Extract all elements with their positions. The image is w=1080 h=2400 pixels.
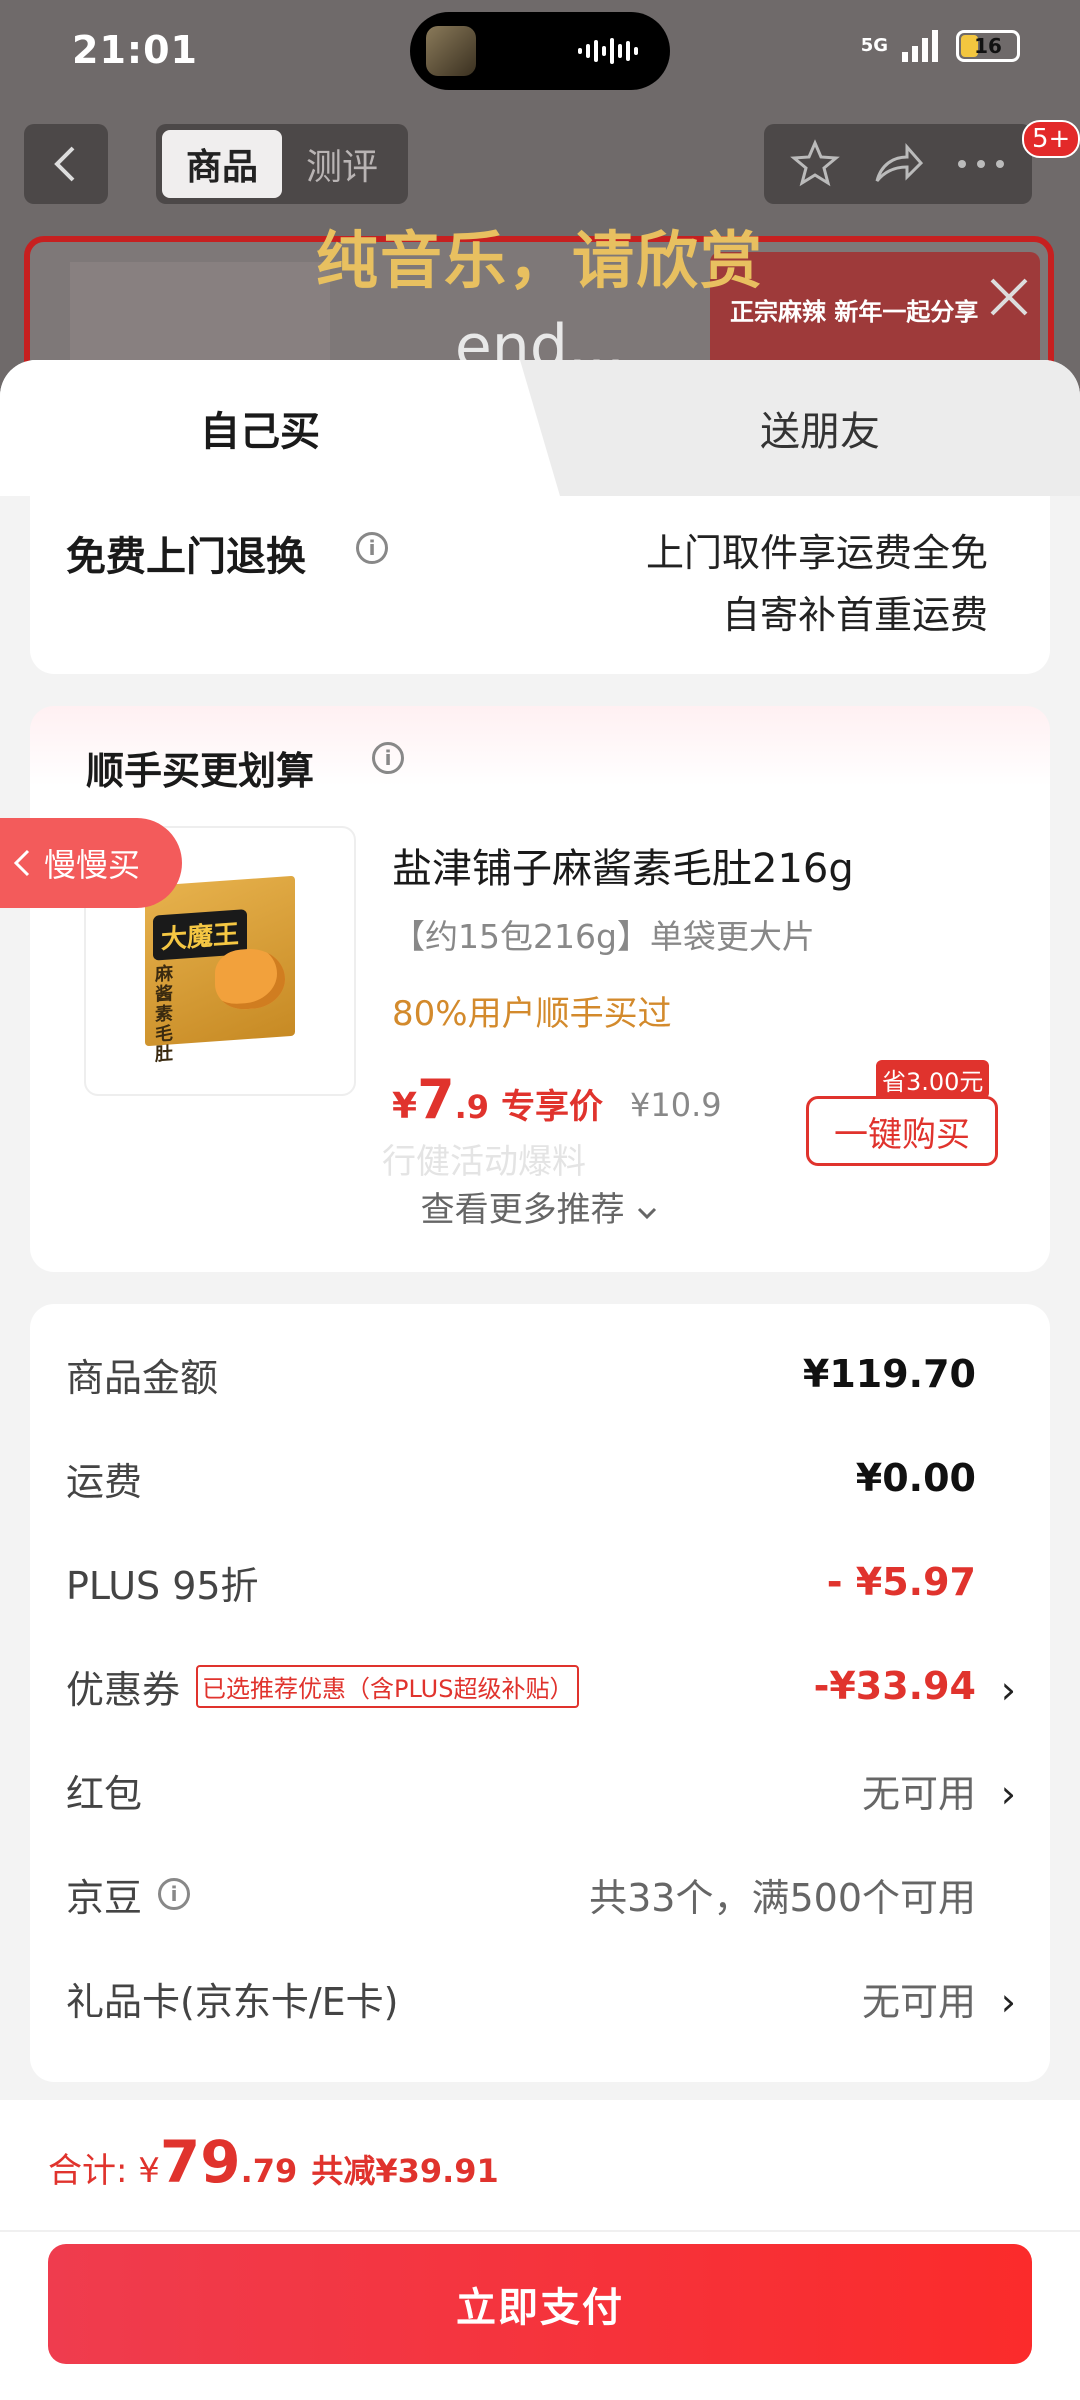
side-tab-label: 慢慢买 [44, 846, 141, 884]
tab-send-friend[interactable]: 送朋友 [560, 360, 1080, 496]
chevron-left-icon [54, 146, 75, 182]
dynamic-island[interactable] [410, 12, 670, 90]
goods-value: ¥119.70 [802, 1352, 976, 1396]
recommendation-card: 顺手买更划算 i 大魔王 麻酱素毛肚 盐津铺子麻酱素毛肚216g 【约15包21… [30, 706, 1050, 1272]
product-spec: 【约15包216g】单袋更大片 [392, 917, 815, 956]
order-total: 合计: ¥79.79 共减¥39.91 [48, 2128, 499, 2196]
lyric-overlay-title: 纯音乐，请欣赏 [315, 224, 764, 297]
checkout-sheet: 自己买 送朋友 免费上门退换 i 上门取件享运费全免 自寄补首重运费 顺手买更划… [0, 360, 1080, 2400]
return-policy-title: 免费上门退换 [66, 534, 306, 580]
original-price: ¥10.9 [630, 1086, 722, 1124]
price-decimal: .9 [454, 1088, 490, 1126]
summary-row-coupon[interactable]: 优惠券 已选推荐优惠（含PLUS超级补贴） -¥33.94 › [66, 1656, 1016, 1716]
plus-discount-value: - ¥5.97 [826, 1560, 976, 1604]
network-label: 5G [860, 35, 888, 56]
star-icon[interactable] [789, 139, 840, 189]
total-integer: 79 [159, 2128, 241, 2196]
order-summary-card: 商品金额 ¥119.70 运费 ¥0.00 PLUS 95折 - ¥5.97 优… [30, 1304, 1050, 2082]
status-indicators: 5G 16 [861, 30, 1020, 62]
status-bar: 21:01 5G 16 [0, 0, 1080, 100]
info-icon[interactable]: i [158, 1878, 191, 1910]
plus-discount-label: PLUS 95折 [66, 1563, 259, 1608]
chevron-right-icon: › [1000, 1980, 1016, 2024]
redpacket-label: 红包 [66, 1771, 143, 1816]
notification-badge: 5+ [1022, 120, 1080, 158]
more-recommendations-label: 查看更多推荐 [420, 1190, 625, 1230]
recommendation-title: 顺手买更划算 [86, 749, 315, 793]
redpacket-value: 无可用 [861, 1771, 976, 1816]
product-box-label: 麻酱素毛肚 [155, 963, 173, 1066]
share-icon[interactable] [871, 139, 925, 189]
shipping-value: ¥0.00 [855, 1456, 976, 1500]
coupon-value: -¥33.94 [813, 1664, 976, 1708]
info-icon[interactable]: i [372, 742, 404, 774]
more-icon[interactable] [956, 157, 1006, 171]
product-stat: 80%用户顺手买过 [392, 994, 672, 1034]
product-nav-bar: 商品 测评 [0, 122, 1080, 206]
divider [0, 2230, 1080, 2232]
music-cover-thumbnail [426, 26, 476, 76]
back-button[interactable] [24, 124, 108, 204]
purchase-mode-tabs: 自己买 送朋友 [0, 360, 1080, 496]
chevron-left-icon [13, 849, 30, 877]
side-tab-manmanmai[interactable]: 慢慢买 [0, 818, 182, 908]
tab-review[interactable]: 测评 [282, 130, 402, 198]
battery-level: 16 [974, 34, 1002, 58]
product-name[interactable]: 盐津铺子麻酱素毛肚216g [392, 836, 854, 894]
shipping-label: 运费 [66, 1459, 143, 1504]
watermark-text: 行健活动爆料 [382, 1142, 586, 1182]
battery-icon: 16 [956, 30, 1020, 62]
signal-icon [902, 30, 938, 62]
product-price: ¥7.9 专享价 [392, 1068, 603, 1131]
coupon-tag: 已选推荐优惠（含PLUS超级补贴） [196, 1664, 580, 1708]
total-label: 合计: ¥ [48, 2151, 160, 2191]
goods-label: 商品金额 [66, 1355, 219, 1400]
return-policy-line-2: 自寄补首重运费 [721, 593, 988, 637]
checkout-footer: 合计: ¥79.79 共减¥39.91 立即支付 [0, 2100, 1080, 2400]
summary-row-plus: PLUS 95折 - ¥5.97 [66, 1552, 1016, 1612]
tab-buy-self[interactable]: 自己买 [0, 360, 560, 496]
nav-actions [764, 124, 1032, 204]
price-tag: 专享价 [501, 1087, 604, 1127]
audio-wave-icon [578, 38, 638, 64]
return-policy-line-1: 上门取件享运费全免 [645, 531, 988, 575]
giftcard-label: 礼品卡(京东卡/E卡) [66, 1979, 399, 2024]
jingdou-label: 京豆 [66, 1875, 143, 1920]
pay-now-button[interactable]: 立即支付 [48, 2244, 1032, 2364]
more-recommendations-link[interactable]: 查看更多推荐 [30, 1182, 1050, 1231]
total-decimal: .79 [240, 2152, 298, 2190]
return-policy-card: 免费上门退换 i 上门取件享运费全免 自寄补首重运费 [30, 496, 1050, 674]
tab-product[interactable]: 商品 [162, 130, 282, 198]
price-integer: 7 [417, 1068, 455, 1131]
giftcard-value: 无可用 [861, 1979, 976, 2024]
summary-row-jingdou: 京豆 i 共33个，满500个可用 [66, 1864, 1016, 1924]
chevron-right-icon: › [1000, 1772, 1016, 1816]
product-box-graphic: 大魔王 麻酱素毛肚 [145, 875, 295, 1066]
info-icon[interactable]: i [356, 532, 388, 564]
savings-badge: 省3.00元 [876, 1060, 990, 1099]
summary-row-giftcard[interactable]: 礼品卡(京东卡/E卡) 无可用 › [66, 1968, 1016, 2028]
chevron-down-icon [638, 1207, 657, 1220]
coupon-label: 优惠券 [66, 1667, 181, 1712]
one-click-buy-button[interactable]: 一键购买 [806, 1096, 998, 1166]
price-currency: ¥ [392, 1086, 418, 1127]
product-food-illustration [215, 946, 285, 1012]
product-tabs: 商品 测评 [156, 124, 408, 204]
status-time: 21:01 [72, 28, 198, 72]
summary-row-goods: 商品金额 ¥119.70 [66, 1344, 1016, 1404]
jingdou-value: 共33个，满500个可用 [589, 1875, 976, 1920]
close-icon[interactable] [984, 272, 1034, 322]
chevron-right-icon: › [1000, 1668, 1016, 1712]
total-savings: 共减¥39.91 [311, 2152, 499, 2190]
summary-row-redpacket[interactable]: 红包 无可用 › [66, 1760, 1016, 1820]
summary-row-shipping: 运费 ¥0.00 [66, 1448, 1016, 1508]
